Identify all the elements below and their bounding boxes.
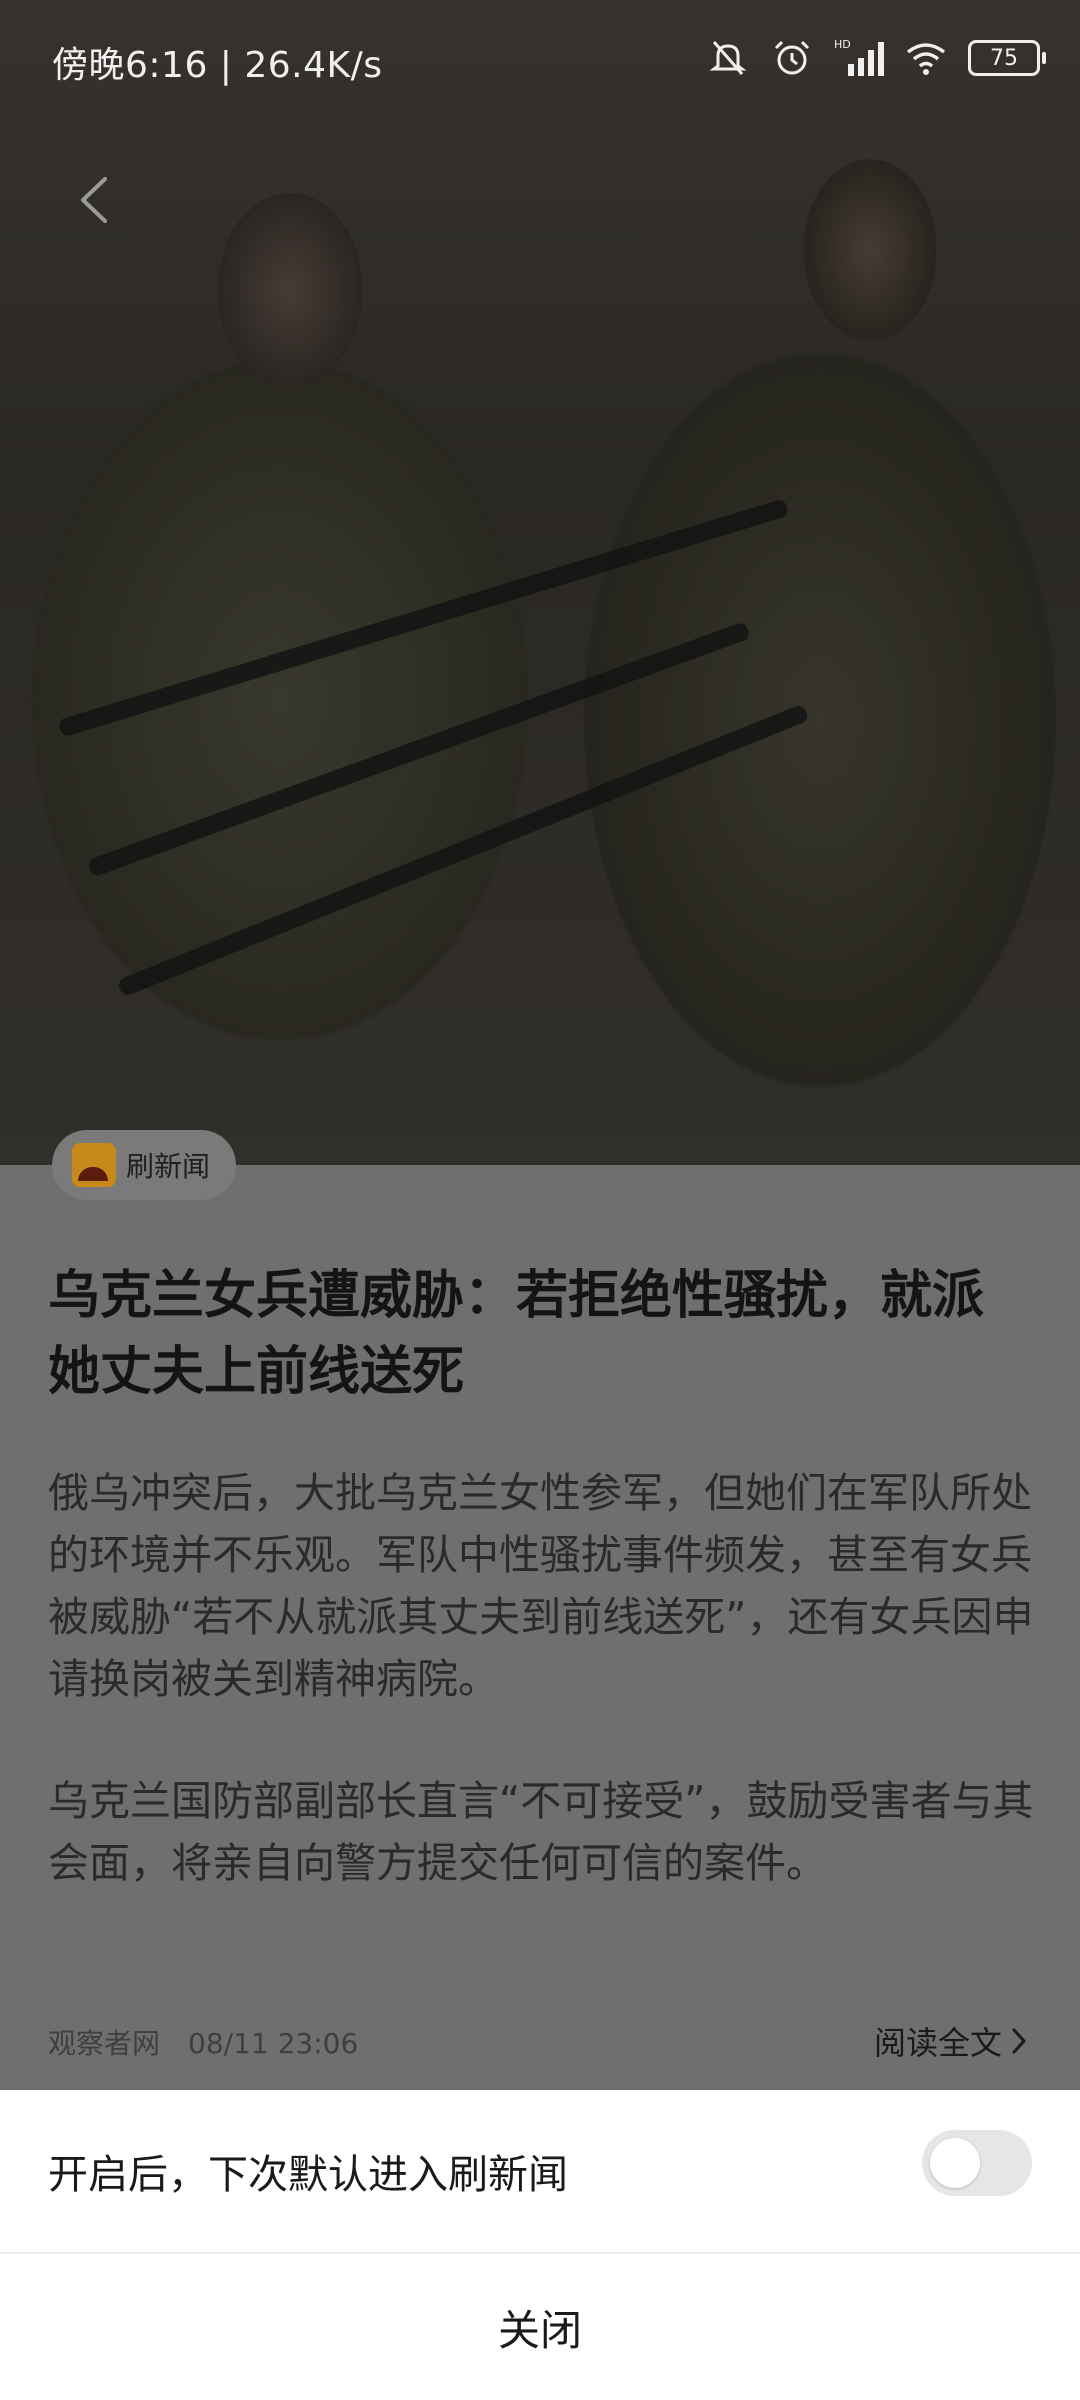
battery-level: 75 (990, 45, 1018, 71)
publisher-name: 观察者网 (48, 2027, 161, 2060)
rifle-shape (86, 621, 751, 878)
chevron-left-icon (81, 177, 107, 223)
signal-icon: HD (834, 38, 884, 76)
article-hero-image (0, 0, 1080, 1165)
battery-icon: 75 (968, 40, 1046, 76)
article-summary-paragraph-1: 俄乌冲突后，大批乌克兰女性参军，但她们在军队所处的环境并不乐观。军队中性骚扰事件… (48, 1469, 1034, 1703)
status-bar: 傍晚6:16 | 26.4K/s HD 75 (0, 0, 1080, 120)
bottom-sheet: 开启后，下次默认进入刷新闻 关闭 (0, 2090, 1080, 2400)
read-full-label: 阅读全文 (873, 2024, 1002, 2062)
default-entry-toggle[interactable] (922, 2130, 1032, 2196)
publish-datetime: 08/11 23:06 (188, 2027, 359, 2060)
mute-bell-icon (709, 41, 747, 75)
article-meta: 观察者网 08/11 23:06 (48, 2022, 358, 2062)
default-entry-label: 开启后，下次默认进入刷新闻 (48, 2152, 568, 2198)
rifle-shape (116, 703, 810, 998)
status-icons: HD 75 (706, 36, 1046, 80)
hd-label: HD (834, 38, 851, 51)
back-button[interactable] (70, 170, 120, 230)
toggle-knob (930, 2138, 980, 2188)
chevron-right-icon (1012, 2028, 1026, 2054)
source-name: 刷新闻 (126, 1150, 211, 1183)
article-headline[interactable]: 乌克兰女兵遭威胁：若拒绝性骚扰，就派她丈夫上前线送死 (48, 1258, 1028, 1410)
read-full-link[interactable]: 阅读全文 (874, 2018, 1028, 2064)
rifle-shape (57, 498, 790, 738)
source-chip[interactable]: 刷新闻 (52, 1130, 237, 1200)
article-summary-paragraph-2: 乌克兰国防部副部长直言“不可接受”，鼓励受害者与其会面，将亲自向警方提交任何可信… (48, 1777, 1034, 1887)
alarm-icon (774, 40, 810, 75)
screen: 傍晚6:16 | 26.4K/s HD 75 刷新闻 乌克兰女兵遭威胁：若拒绝性… (0, 0, 1080, 2400)
wifi-icon (906, 43, 946, 75)
sohu-logo-icon (72, 1143, 116, 1187)
status-time-speed: 傍晚6:16 | 26.4K/s (52, 45, 383, 86)
close-button[interactable]: 关闭 (0, 2254, 1080, 2400)
default-entry-setting-row: 开启后，下次默认进入刷新闻 (0, 2090, 1080, 2254)
